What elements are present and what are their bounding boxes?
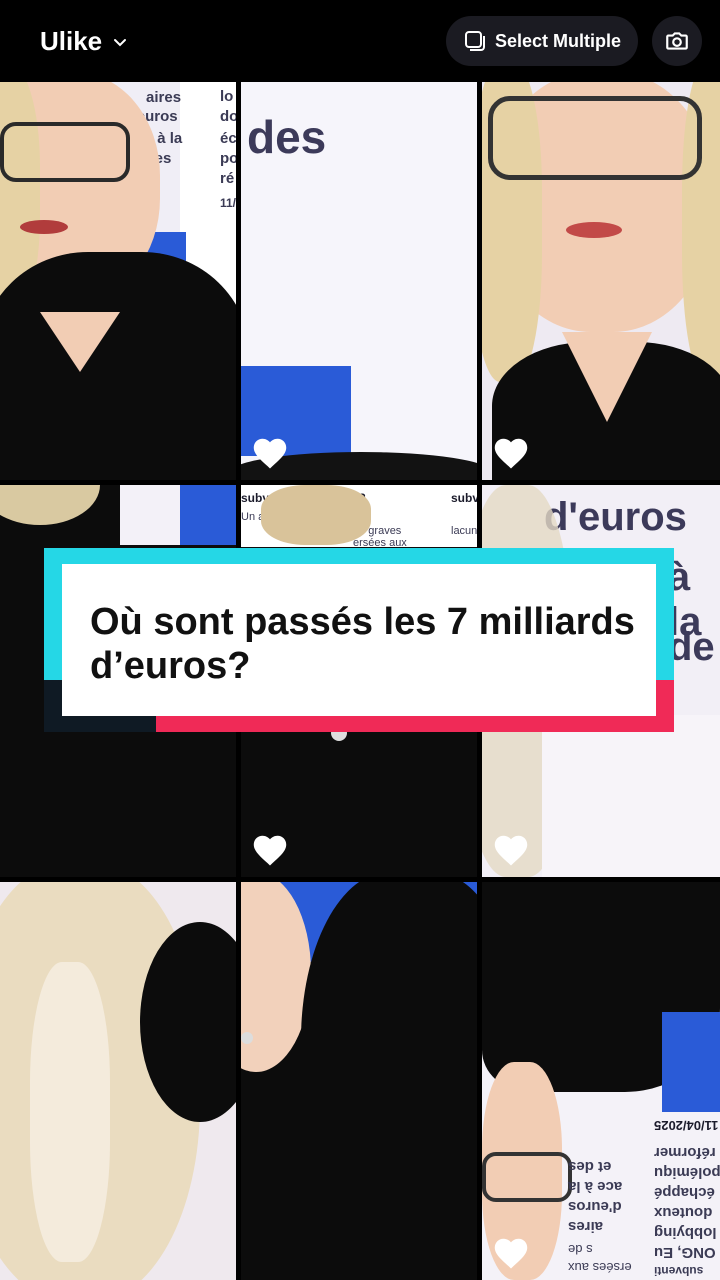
news-text: réformer <box>654 1144 716 1161</box>
news-text: ace à la <box>568 1178 623 1195</box>
top-bar: Ulike Select Multiple <box>0 0 720 82</box>
news-text: échappé <box>654 1184 715 1201</box>
news-text: polémiqu <box>654 1164 720 1181</box>
news-text: subv <box>451 491 477 505</box>
grid-tile[interactable] <box>241 882 477 1280</box>
app-switcher[interactable]: Ulike <box>40 26 128 57</box>
news-text: d'euros <box>568 1198 622 1215</box>
news-text: lobbying <box>654 1224 717 1241</box>
news-text: lo <box>220 88 234 105</box>
grid-tile[interactable]: 11/04/2025 réformer polémiqu échappé dou… <box>482 882 720 1280</box>
app-title: Ulike <box>40 26 103 56</box>
news-text: 11/04/2025 <box>654 1118 719 1133</box>
heart-icon[interactable] <box>251 436 289 470</box>
heart-icon[interactable] <box>492 1236 530 1270</box>
news-text: subventi <box>654 1264 704 1278</box>
news-text: aires <box>146 89 182 106</box>
heart-icon[interactable] <box>251 833 289 867</box>
news-text: aires <box>568 1218 604 1235</box>
news-text: lacune <box>451 525 477 537</box>
news-text: éc <box>220 130 236 147</box>
grid-tile[interactable] <box>0 882 236 1280</box>
chevron-down-icon <box>114 38 127 46</box>
caption-overlay: Où sont passés les 7 milliards d’euros? <box>44 548 674 732</box>
grid-tile[interactable]: p r 1 <box>482 82 720 480</box>
news-text: po <box>220 150 236 167</box>
caption-text: Où sont passés les 7 milliards d’euros? <box>90 601 635 687</box>
news-text: ersées aux <box>568 1260 632 1275</box>
news-text: s de <box>568 1242 593 1257</box>
news-text: des <box>247 111 327 163</box>
camera-button[interactable] <box>652 16 702 66</box>
heart-icon[interactable] <box>492 833 530 867</box>
select-multiple-label: Select Multiple <box>494 30 622 51</box>
news-text: ONG, Eu <box>654 1244 716 1261</box>
caption-card: Où sont passés les 7 milliards d’euros? <box>62 564 656 716</box>
news-text: douteux <box>654 1204 713 1221</box>
news-text: et des <box>568 1158 612 1175</box>
camera-icon <box>666 32 688 50</box>
select-multiple-icon <box>464 31 485 51</box>
select-multiple-button[interactable]: Select Multiple <box>446 16 638 66</box>
grid-tile[interactable]: aires d'euros ace à la et des lo do éc p… <box>0 82 236 480</box>
news-text: 11/ <box>220 196 236 210</box>
news-text: d'euros <box>544 495 687 539</box>
heart-icon[interactable] <box>492 436 530 470</box>
grid-tile[interactable]: des <box>241 82 477 480</box>
news-text: de <box>668 625 715 669</box>
news-text: do <box>220 108 236 125</box>
news-text: ré <box>220 170 235 187</box>
